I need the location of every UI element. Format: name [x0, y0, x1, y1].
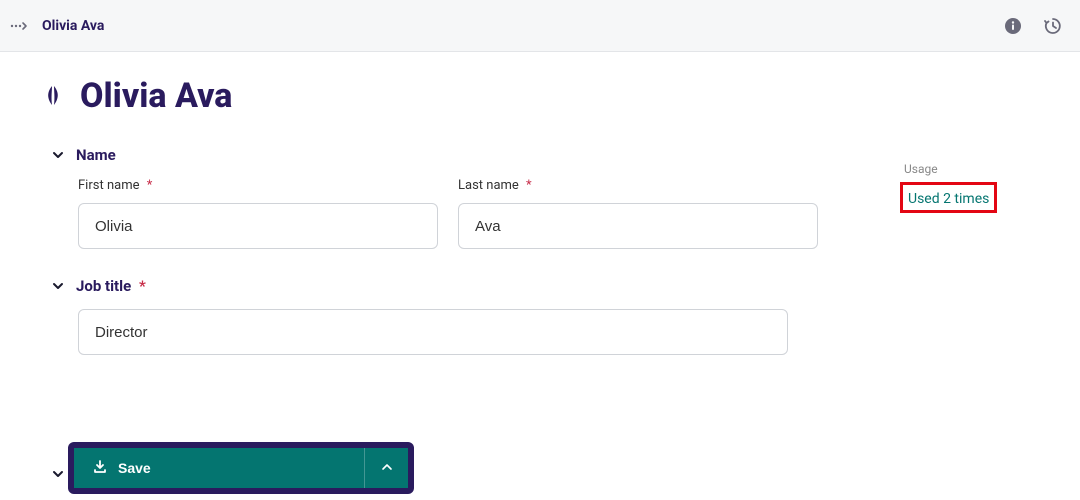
- breadcrumb: Olivia Ava: [8, 15, 104, 37]
- chevron-down-icon[interactable]: [50, 466, 66, 482]
- chevron-down-icon: [50, 278, 66, 294]
- required-star-icon: *: [526, 178, 532, 193]
- job-title-input[interactable]: [78, 309, 788, 355]
- name-field-row: First name * Last name *: [50, 178, 860, 249]
- section-name-header[interactable]: Name: [50, 146, 860, 164]
- top-bar-actions: [1002, 15, 1064, 37]
- chevron-up-icon: [381, 461, 393, 476]
- save-button[interactable]: Save: [74, 448, 364, 488]
- top-bar: Olivia Ava: [0, 0, 1080, 52]
- breadcrumb-title[interactable]: Olivia Ava: [42, 18, 104, 34]
- save-icon: [92, 459, 108, 478]
- breadcrumb-menu-icon[interactable]: [8, 15, 30, 37]
- required-star-icon: *: [139, 277, 146, 295]
- job-title-label-text: Job title: [76, 277, 131, 295]
- save-bar: Save: [68, 442, 414, 494]
- usage-highlight-box: Used 2 times: [900, 182, 997, 213]
- last-name-input[interactable]: [458, 203, 818, 249]
- section-job-title: Job title *: [40, 277, 860, 355]
- leaf-icon: [40, 83, 66, 109]
- page-title-row: Olivia Ava: [40, 76, 860, 116]
- sidebar: Usage Used 2 times: [900, 52, 1080, 500]
- section-name-title: Name: [76, 146, 116, 164]
- page-title: Olivia Ava: [80, 76, 232, 116]
- save-button-label: Save: [118, 460, 151, 476]
- required-star-icon: *: [147, 178, 153, 193]
- usage-heading: Usage: [900, 162, 1060, 176]
- job-title-field: [50, 309, 788, 355]
- first-name-input[interactable]: [78, 203, 438, 249]
- last-name-label: Last name *: [458, 178, 818, 193]
- usage-link[interactable]: Used 2 times: [908, 191, 989, 207]
- last-name-label-text: Last name: [458, 178, 519, 193]
- history-icon[interactable]: [1042, 15, 1064, 37]
- first-name-label-text: First name: [78, 178, 139, 193]
- content-wrapper: Olivia Ava Name First name *: [0, 52, 1080, 500]
- info-icon[interactable]: [1002, 15, 1024, 37]
- save-options-button[interactable]: [364, 448, 408, 488]
- main-content: Olivia Ava Name First name *: [0, 52, 900, 500]
- section-job-title-title: Job title *: [76, 277, 146, 295]
- first-name-label: First name *: [78, 178, 438, 193]
- section-name: Name First name * Last name *: [40, 146, 860, 249]
- section-job-title-header[interactable]: Job title *: [50, 277, 860, 295]
- last-name-field: Last name *: [458, 178, 818, 249]
- first-name-field: First name *: [78, 178, 438, 249]
- chevron-down-icon: [50, 147, 66, 163]
